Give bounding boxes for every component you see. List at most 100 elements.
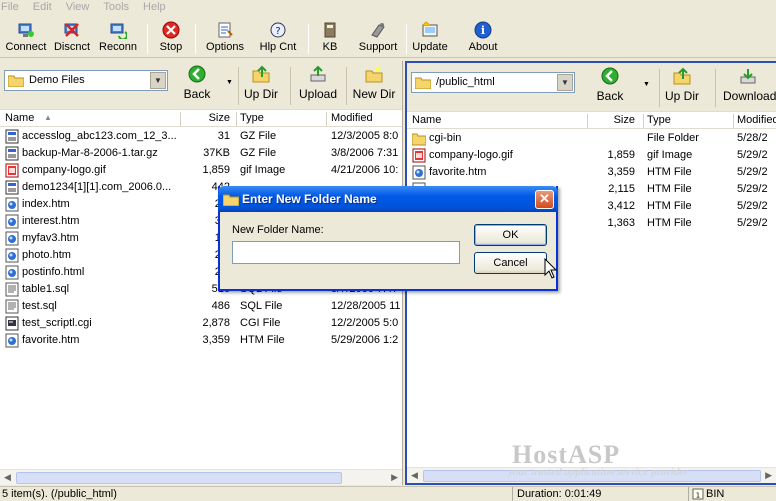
- file-size: 1,859: [202, 164, 230, 176]
- back-arrow-icon: [601, 67, 619, 85]
- file-row[interactable]: backup-Mar-8-2006-1.tar.gz 37KB GZ File 3/8…: [0, 145, 402, 162]
- upload-button[interactable]: Upload: [298, 65, 338, 101]
- file-name: test_scriptl.cgi: [22, 317, 92, 329]
- column-divider[interactable]: [733, 114, 734, 128]
- local-file-list: accesslog_abc123.com_12_3... 31 GZ File 12/…: [0, 128, 402, 469]
- file-type: HTM File: [647, 183, 692, 195]
- file-row[interactable]: accesslog_abc123.com_12_3... 31 GZ File 12/…: [0, 128, 402, 145]
- archive-icon: [5, 180, 19, 195]
- menu-help[interactable]: Help: [143, 0, 166, 13]
- html-file-icon: [5, 333, 19, 348]
- dialog-title-bar[interactable]: Enter New Folder Name ✕: [218, 186, 558, 212]
- file-type: File Folder: [647, 132, 699, 144]
- file-row[interactable]: cgi-bin File Folder 5/28/2: [407, 130, 776, 147]
- update-button[interactable]: Update: [410, 21, 450, 57]
- options-button[interactable]: Options: [204, 21, 246, 57]
- file-row[interactable]: company-logo.gif 1,859 gif Image 5/29/2: [407, 147, 776, 164]
- file-row[interactable]: test.sql 486 SQL File 12/28/2005 11: [0, 298, 402, 315]
- file-row[interactable]: favorite.htm 3,359 HTM File 5/29/2006 1:2: [0, 332, 402, 349]
- script-file-icon: [5, 316, 19, 331]
- column-header-name[interactable]: Name: [5, 112, 34, 124]
- dialog-title: Enter New Folder Name: [242, 192, 377, 206]
- file-modified: 5/29/2: [737, 183, 768, 195]
- scroll-right-arrow-icon[interactable]: ▶: [765, 470, 772, 481]
- archive-icon: [5, 146, 19, 161]
- folder-icon: [412, 133, 426, 146]
- local-updir-button[interactable]: Up Dir: [244, 65, 278, 101]
- html-file-icon: [5, 214, 19, 229]
- column-header-type[interactable]: Type: [647, 114, 671, 126]
- cancel-button[interactable]: Cancel: [474, 252, 547, 274]
- help-contents-button[interactable]: ? Hlp Cnt: [256, 21, 300, 57]
- stop-button[interactable]: Stop: [156, 21, 186, 57]
- kb-button[interactable]: KB: [316, 21, 344, 57]
- column-divider[interactable]: [180, 112, 181, 126]
- pane-separator: [346, 67, 347, 105]
- file-row[interactable]: company-logo.gif 1,859 gif Image 4/21/2006 …: [0, 162, 402, 179]
- menu-file[interactable]: File: [1, 0, 19, 13]
- download-icon: [740, 69, 756, 84]
- toolbar-separator: [195, 24, 196, 54]
- file-row[interactable]: favorite.htm 3,359 HTM File 5/29/2: [407, 164, 776, 181]
- ok-button[interactable]: OK: [474, 224, 547, 246]
- folder-icon: [8, 75, 24, 87]
- status-bar: 5 item(s). (/public_html) Duration: 0:01…: [0, 486, 776, 501]
- column-divider[interactable]: [643, 114, 644, 128]
- options-icon: [218, 22, 233, 38]
- column-header-modified[interactable]: Modified: [331, 112, 373, 124]
- column-divider[interactable]: [326, 112, 327, 126]
- column-header-name[interactable]: Name: [412, 114, 441, 126]
- toolbar-separator: [308, 24, 309, 54]
- connect-icon: [18, 23, 34, 37]
- local-path-combo[interactable]: Demo Files ▼: [4, 70, 168, 91]
- back-history-dropdown-icon[interactable]: ▼: [226, 79, 233, 86]
- column-divider[interactable]: [236, 112, 237, 126]
- file-modified: 5/29/2: [737, 166, 768, 178]
- connect-button[interactable]: Connect: [4, 21, 48, 57]
- reconnect-button[interactable]: Reconn: [96, 21, 140, 57]
- scrollbar-thumb[interactable]: [16, 472, 342, 484]
- remote-back-button[interactable]: Back: [595, 67, 625, 103]
- remote-updir-button[interactable]: Up Dir: [665, 67, 699, 103]
- file-size: 31: [217, 130, 230, 142]
- menu-edit[interactable]: Edit: [33, 0, 52, 13]
- scroll-left-arrow-icon[interactable]: ◀: [4, 472, 11, 483]
- file-modified: 5/29/2006 1:2: [331, 334, 399, 346]
- scroll-left-arrow-icon[interactable]: ◀: [411, 470, 418, 481]
- local-horizontal-scrollbar[interactable]: ◀ ▶: [0, 469, 402, 485]
- menu-tools[interactable]: Tools: [103, 0, 129, 13]
- folder-icon: [415, 77, 431, 89]
- status-item-count: 5 item(s). (/public_html): [2, 488, 117, 500]
- menu-view[interactable]: View: [66, 0, 90, 13]
- file-name: favorite.htm: [429, 166, 487, 178]
- remote-path-combo[interactable]: /public_html ▼: [411, 72, 575, 93]
- disconnect-button[interactable]: Discnct: [52, 21, 92, 57]
- file-name: accesslog_abc123.com_12_3...: [22, 130, 177, 142]
- close-button[interactable]: ✕: [535, 190, 554, 209]
- support-icon: [371, 23, 385, 38]
- back-history-dropdown-icon[interactable]: ▼: [643, 81, 650, 88]
- chevron-down-icon[interactable]: ▼: [557, 74, 573, 91]
- file-name: company-logo.gif: [22, 164, 106, 176]
- chevron-down-icon[interactable]: ▼: [150, 72, 166, 89]
- image-icon: [5, 163, 19, 178]
- file-type: GZ File: [240, 147, 277, 159]
- scroll-right-arrow-icon[interactable]: ▶: [391, 472, 398, 483]
- download-button[interactable]: Download: [723, 67, 776, 103]
- column-header-size[interactable]: Size: [182, 112, 230, 124]
- column-header-type[interactable]: Type: [240, 112, 264, 124]
- support-button[interactable]: Support: [356, 21, 400, 57]
- local-back-button[interactable]: Back: [182, 65, 212, 101]
- folder-name-input[interactable]: [232, 241, 460, 264]
- column-header-modified[interactable]: Modified: [737, 114, 776, 126]
- about-button[interactable]: i About: [464, 21, 502, 57]
- file-modified: 4/21/2006 10:: [331, 164, 399, 176]
- file-type: gif Image: [647, 149, 693, 161]
- back-arrow-icon: [188, 65, 206, 83]
- column-header-size[interactable]: Size: [587, 114, 635, 126]
- status-duration-cell: Duration: 0:01:49: [512, 487, 688, 501]
- file-name: myfav3.htm: [22, 232, 79, 244]
- new-dir-button[interactable]: New Dir: [352, 65, 396, 101]
- html-file-icon: [5, 231, 19, 246]
- file-row[interactable]: test_scriptl.cgi 2,878 CGI File 12/2/2005 5…: [0, 315, 402, 332]
